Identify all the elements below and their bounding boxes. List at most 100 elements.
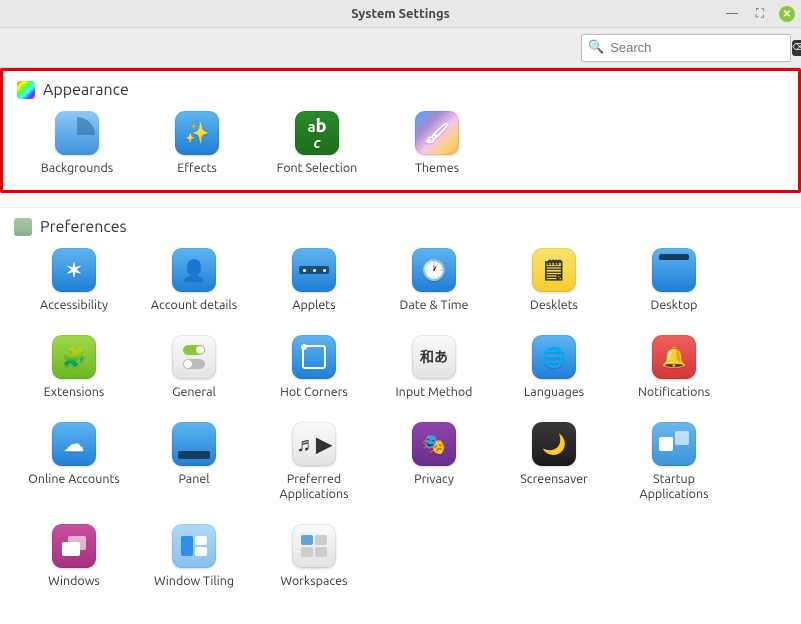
- item-label: General: [172, 385, 216, 400]
- item-label: Extensions: [44, 385, 105, 400]
- item-privacy[interactable]: 🎭 Privacy: [374, 422, 494, 502]
- desktop-icon: [652, 248, 696, 292]
- item-desktop[interactable]: Desktop: [614, 248, 734, 313]
- item-label: Font Selection: [277, 161, 358, 176]
- item-font-selection[interactable]: abc Font Selection: [257, 111, 377, 176]
- languages-icon: 🌐: [532, 335, 576, 379]
- item-label: Online Accounts: [28, 472, 120, 487]
- workspaces-grid-icon: [301, 535, 327, 557]
- item-preferred-applications[interactable]: ♬▶ Preferred Applications: [254, 422, 374, 502]
- item-desklets[interactable]: 🗒 Desklets: [494, 248, 614, 313]
- preferences-grid: ✶ Accessibility 👤 Account details Applet…: [14, 248, 787, 589]
- item-themes[interactable]: 🖌 Themes: [377, 111, 497, 176]
- wand-icon: ✨: [185, 121, 210, 145]
- item-panel[interactable]: Panel: [134, 422, 254, 502]
- corner-icon: [302, 345, 326, 369]
- startup-applications-icon: [652, 422, 696, 466]
- item-label: Hot Corners: [280, 385, 348, 400]
- item-languages[interactable]: 🌐 Languages: [494, 335, 614, 400]
- item-notifications[interactable]: 🔔 Notifications: [614, 335, 734, 400]
- item-general[interactable]: General: [134, 335, 254, 400]
- notifications-icon: 🔔: [652, 335, 696, 379]
- item-label: Startup Applications: [619, 472, 729, 502]
- window-title: System Settings: [351, 7, 450, 21]
- item-startup-applications[interactable]: Startup Applications: [614, 422, 734, 502]
- appearance-grid: Backgrounds ✨ Effects abc Font Selection: [17, 111, 784, 176]
- item-label: Panel: [178, 472, 209, 487]
- content-area: Appearance Backgrounds ✨: [0, 68, 801, 624]
- startup-icon: [659, 437, 689, 451]
- item-label: Backgrounds: [41, 161, 113, 176]
- user-icon: 👤: [182, 258, 207, 282]
- date-time-icon: 🕐: [412, 248, 456, 292]
- item-account-details[interactable]: 👤 Account details: [134, 248, 254, 313]
- item-accessibility[interactable]: ✶ Accessibility: [14, 248, 134, 313]
- item-label: Workspaces: [280, 574, 347, 589]
- applets-icon: [292, 248, 336, 292]
- account-details-icon: 👤: [172, 248, 216, 292]
- item-label: Themes: [415, 161, 459, 176]
- close-button[interactable]: ✕: [779, 6, 795, 22]
- search-box[interactable]: 🔍 ⌫: [581, 34, 791, 62]
- item-online-accounts[interactable]: ☁ Online Accounts: [14, 422, 134, 502]
- workspaces-icon: [292, 524, 336, 568]
- item-label: Window Tiling: [154, 574, 234, 589]
- item-screensaver[interactable]: 🌙 Screensaver: [494, 422, 614, 502]
- clear-search-icon[interactable]: ⌫: [792, 40, 801, 56]
- item-workspaces[interactable]: Workspaces: [254, 524, 374, 589]
- brush-icon: 🖌: [424, 121, 449, 145]
- preferences-header: Preferences: [14, 218, 787, 236]
- item-label: Desktop: [651, 298, 698, 313]
- item-hot-corners[interactable]: Hot Corners: [254, 335, 374, 400]
- item-label: Accessibility: [40, 298, 108, 313]
- item-label: Languages: [524, 385, 584, 400]
- themes-icon: 🖌: [415, 111, 459, 155]
- appearance-header: Appearance: [17, 81, 784, 99]
- section-preferences: Preferences ✶ Accessibility 👤 Account de…: [0, 207, 801, 605]
- item-label: Date & Time: [400, 298, 469, 313]
- appearance-highlight: Appearance Backgrounds ✨: [0, 68, 801, 193]
- bell-icon: 🔔: [662, 345, 687, 369]
- maximize-button[interactable]: ⛶: [751, 5, 769, 23]
- person-icon: ✶: [66, 258, 83, 282]
- item-extensions[interactable]: 🧩 Extensions: [14, 335, 134, 400]
- note-icon: 🗒: [541, 258, 566, 282]
- item-date-time[interactable]: 🕐 Date & Time: [374, 248, 494, 313]
- preferences-label: Preferences: [40, 218, 127, 236]
- search-icon: 🔍: [588, 40, 604, 55]
- monitor-icon: [659, 254, 689, 260]
- privacy-icon: 🎭: [412, 422, 456, 466]
- item-window-tiling[interactable]: Window Tiling: [134, 524, 254, 589]
- item-input-method[interactable]: 和あ Input Method: [374, 335, 494, 400]
- font-selection-icon: abc: [295, 111, 339, 155]
- backgrounds-icon: [55, 111, 99, 155]
- item-windows[interactable]: Windows: [14, 524, 134, 589]
- item-backgrounds[interactable]: Backgrounds: [17, 111, 137, 176]
- panel-dots-icon: [299, 266, 329, 274]
- item-label: Notifications: [638, 385, 710, 400]
- extensions-icon: 🧩: [52, 335, 96, 379]
- effects-icon: ✨: [175, 111, 219, 155]
- general-icon: [172, 335, 216, 379]
- appearance-label: Appearance: [43, 81, 129, 99]
- search-input[interactable]: [610, 40, 786, 55]
- window-controls: — ⛶ ✕: [723, 5, 795, 23]
- font-icon: abc: [307, 117, 326, 150]
- item-effects[interactable]: ✨ Effects: [137, 111, 257, 176]
- item-applets[interactable]: Applets: [254, 248, 374, 313]
- toolbar: 🔍 ⌫: [0, 28, 801, 68]
- minimize-button[interactable]: —: [723, 5, 741, 23]
- item-label: Effects: [177, 161, 217, 176]
- preferred-applications-icon: ♬▶: [292, 422, 336, 466]
- panel-icon: [172, 422, 216, 466]
- windows-icon: [52, 524, 96, 568]
- window-tiling-icon: [172, 524, 216, 568]
- ime-icon: 和あ: [420, 347, 448, 367]
- cloud-icon: ☁: [64, 432, 84, 456]
- item-label: Account details: [151, 298, 237, 313]
- hot-corners-icon: [292, 335, 336, 379]
- toggles-icon: [183, 345, 205, 369]
- panel-bar-icon: [178, 451, 210, 459]
- preferences-category-icon: [14, 218, 32, 236]
- accessibility-icon: ✶: [52, 248, 96, 292]
